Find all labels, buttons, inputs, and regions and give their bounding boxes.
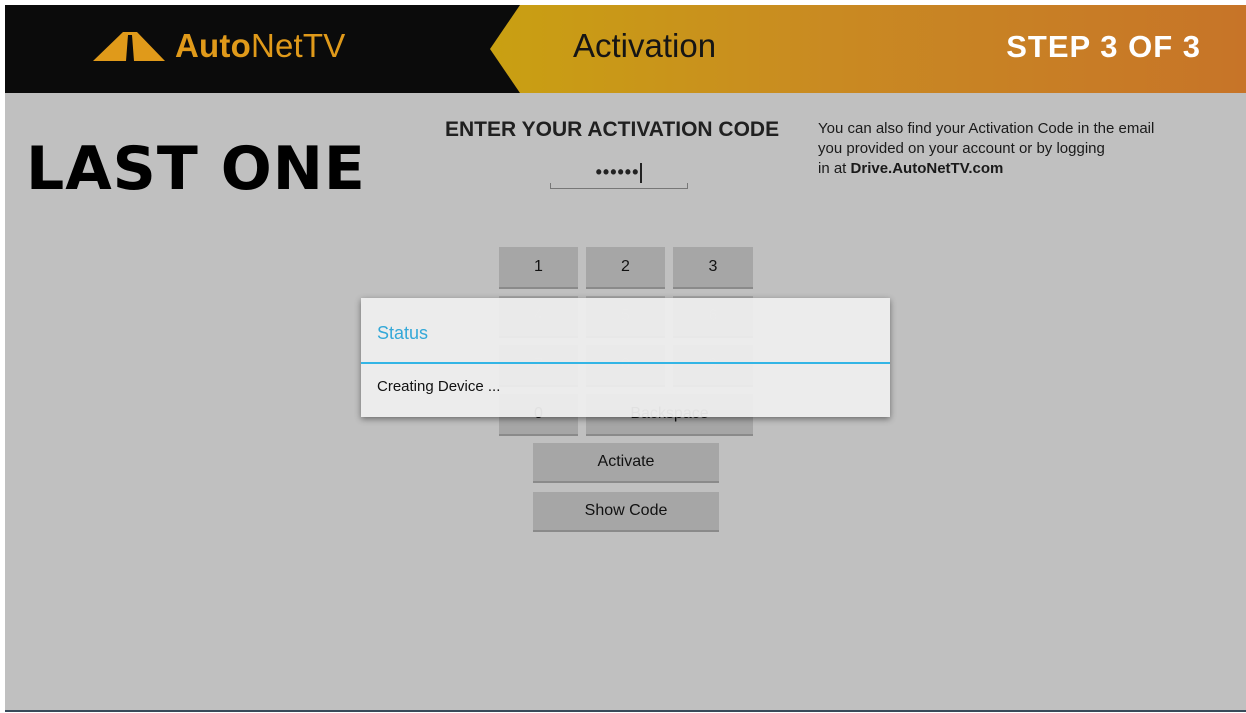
hero-title: LAST ONE bbox=[26, 134, 366, 204]
text-cursor bbox=[640, 163, 643, 184]
status-dialog: Status Creating Device ... bbox=[361, 298, 890, 417]
step-indicator: STEP 3 OF 3 bbox=[1006, 29, 1201, 64]
activation-code-heading: ENTER YOUR ACTIVATION CODE bbox=[445, 118, 780, 141]
show-code-button[interactable]: Show Code bbox=[533, 492, 719, 532]
help-line: you provided on your account or by loggi… bbox=[818, 140, 1105, 157]
header-bar: AutoNetTV Activation STEP 3 OF 3 bbox=[5, 5, 1246, 93]
activation-code-field[interactable]: •••••• bbox=[550, 155, 688, 189]
dialog-title: Status bbox=[377, 323, 429, 343]
logo-wordmark: AutoNetTV bbox=[175, 27, 346, 64]
dialog-divider bbox=[361, 362, 890, 364]
keypad-key-1[interactable]: 1 bbox=[499, 247, 578, 289]
activation-code-value: •••••• bbox=[595, 162, 640, 182]
help-line: You can also find your Activation Code i… bbox=[818, 120, 1155, 137]
dialog-message: Creating Device ... bbox=[377, 378, 501, 395]
help-text: You can also find your Activation Code i… bbox=[818, 119, 1228, 179]
keypad-key-2[interactable]: 2 bbox=[586, 247, 665, 289]
page-title: Activation bbox=[573, 27, 717, 64]
app-screen: AutoNetTV Activation STEP 3 OF 3 LAST ON… bbox=[5, 5, 1246, 712]
activate-button[interactable]: Activate bbox=[533, 443, 719, 483]
autonettv-logo: AutoNetTV bbox=[93, 21, 345, 71]
help-line: in at Drive.AutoNetTV.com bbox=[818, 160, 1004, 177]
road-triangle-icon bbox=[93, 32, 165, 61]
keypad-key-3[interactable]: 3 bbox=[673, 247, 753, 289]
drive-link[interactable]: Drive.AutoNetTV.com bbox=[851, 160, 1004, 177]
